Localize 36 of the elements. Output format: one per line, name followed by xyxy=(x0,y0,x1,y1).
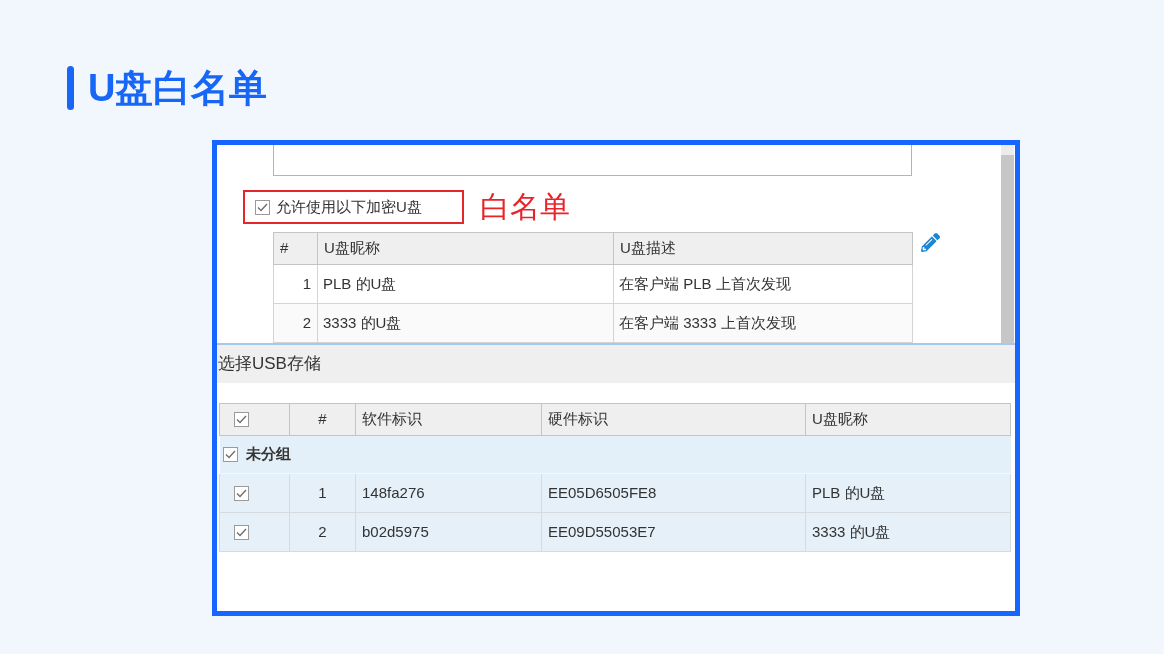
column-header[interactable]: U盘昵称 xyxy=(317,232,614,265)
column-header[interactable]: 软件标识 xyxy=(355,403,542,436)
column-header[interactable]: 硬件标识 xyxy=(541,403,806,436)
table-cell: 在客户端 PLB 上首次发现 xyxy=(613,264,913,304)
table-cell: 3333 的U盘 xyxy=(805,512,1011,552)
table-cell: EE09D55053E7 xyxy=(541,512,806,552)
table-cell: 1 xyxy=(289,473,356,513)
checkbox[interactable] xyxy=(222,447,238,462)
column-header[interactable]: U盘描述 xyxy=(613,232,913,265)
table-cell: 3333 的U盘 xyxy=(317,303,614,343)
table-cell: b02d5975 xyxy=(355,512,542,552)
table-cell: PLB 的U盘 xyxy=(805,473,1011,513)
checkbox[interactable] xyxy=(255,199,270,215)
column-header[interactable]: # xyxy=(289,403,356,436)
checkbox[interactable] xyxy=(234,524,249,540)
checkbox[interactable] xyxy=(234,485,249,501)
checkbox[interactable] xyxy=(234,412,249,427)
page-title: U盘白名单 xyxy=(88,66,268,110)
column-header[interactable]: # xyxy=(273,232,318,265)
group-label: 未分组 xyxy=(245,444,291,465)
column-header[interactable]: U盘昵称 xyxy=(805,403,1011,436)
table-cell: PLB 的U盘 xyxy=(317,264,614,304)
table-cell: 在客户端 3333 上首次发现 xyxy=(613,303,913,343)
table-row[interactable]: 1 148fa276 EE05D6505FE8 PLB 的U盘 xyxy=(219,473,1011,513)
accent-bar xyxy=(67,66,74,110)
table-cell: EE05D6505FE8 xyxy=(541,473,806,513)
table-row[interactable]: 2 b02d5975 EE09D55053E7 3333 的U盘 xyxy=(219,512,1011,552)
annotation-label: 白名单 xyxy=(480,190,570,224)
panel-title: 选择USB存储 xyxy=(218,353,321,376)
table-cell: 148fa276 xyxy=(355,473,542,513)
table-cell: 2 xyxy=(273,303,318,343)
pencil-icon[interactable] xyxy=(921,233,940,252)
table-cell: 1 xyxy=(273,264,318,304)
table-cell: 2 xyxy=(289,512,356,552)
checkbox-label: 允许使用以下加密U盘 xyxy=(276,196,422,217)
group-row[interactable]: 未分组 xyxy=(219,435,1011,474)
